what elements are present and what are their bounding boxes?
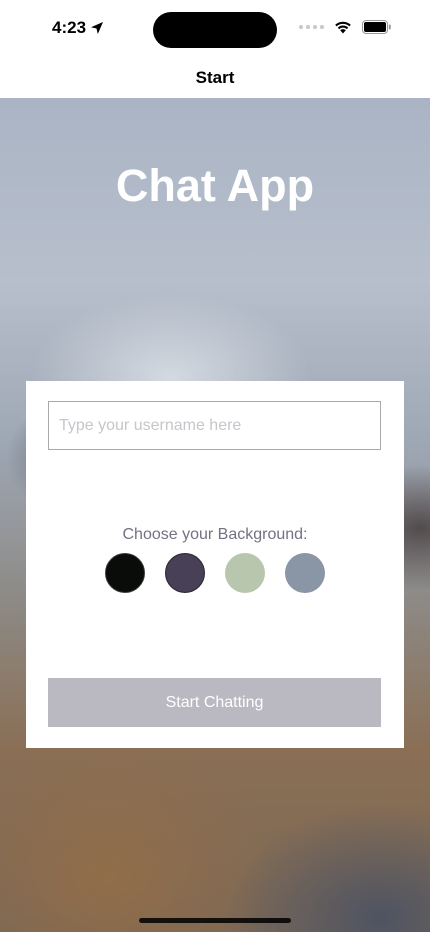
nav-title: Start (195, 68, 235, 87)
status-time: 4:23 (52, 18, 104, 38)
background-color-swatch-green[interactable] (225, 553, 265, 593)
dynamic-island (153, 12, 277, 48)
cellular-signal-icon (299, 25, 324, 29)
start-chatting-button[interactable]: Start Chatting (48, 678, 381, 727)
location-arrow-icon (91, 22, 104, 34)
navigation-bar: Start (0, 58, 430, 98)
background-color-swatch-black[interactable] (105, 553, 145, 593)
home-indicator (139, 918, 291, 923)
app-title: Chat App (115, 160, 315, 211)
background-choice-label: Choose your Background: (122, 526, 308, 543)
status-time-text: 4:23 (52, 18, 87, 37)
status-bar: 4:23 (0, 0, 430, 58)
start-form-card: Choose your Background: Start Chatting (26, 381, 404, 748)
battery-icon (362, 20, 391, 34)
background-color-swatch-blue-gray[interactable] (285, 553, 325, 593)
wifi-icon (335, 21, 351, 34)
screen: 4:23 Start Chat App Type your username h… (0, 0, 430, 932)
username-input[interactable] (48, 401, 381, 450)
background-color-swatch-purple[interactable] (165, 553, 205, 593)
status-indicators (299, 20, 392, 34)
background-color-options (105, 553, 325, 593)
